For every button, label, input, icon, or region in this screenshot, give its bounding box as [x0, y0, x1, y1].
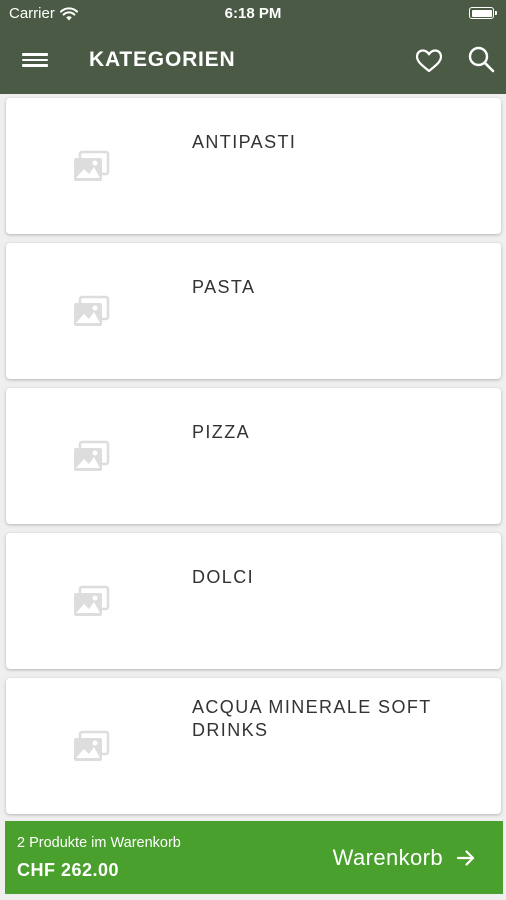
category-label: ANTIPASTI [192, 132, 297, 152]
arrow-right-icon [457, 850, 475, 866]
category-list: ANTIPASTI PASTA PIZZA DOLCI ACQUA MINERA… [6, 98, 501, 823]
category-card-dolci[interactable]: DOLCI [6, 533, 501, 669]
image-placeholder-icon [74, 440, 110, 471]
cart-count-text: 2 Produkte im Warenkorb [17, 835, 181, 851]
category-card-antipasti[interactable]: ANTIPASTI [6, 98, 501, 234]
category-card-acqua-minerale-soft-drinks[interactable]: ACQUA MINERALE SOFT DRINKS [6, 678, 501, 814]
battery-icon [469, 7, 497, 19]
app-bar: KATEGORIEN [0, 30, 506, 94]
cart-button-label: Warenkorb [332, 845, 443, 870]
heart-icon[interactable] [414, 46, 444, 76]
search-icon[interactable] [466, 44, 496, 74]
image-placeholder-icon [74, 585, 110, 616]
category-card-pizza[interactable]: PIZZA [6, 388, 501, 524]
top-bar: Carrier 6:18 PM KATEGORIEN [0, 0, 506, 94]
category-card-pasta[interactable]: PASTA [6, 243, 501, 379]
image-placeholder-icon [74, 730, 110, 761]
cart-bar[interactable]: 2 Produkte im Warenkorb CHF 262.00 Waren… [5, 821, 503, 894]
cart-button[interactable]: Warenkorb [333, 845, 475, 871]
image-placeholder-icon [74, 150, 110, 181]
image-placeholder-icon [74, 295, 110, 326]
status-bar: Carrier 6:18 PM [0, 0, 506, 30]
category-label: PASTA [192, 277, 256, 297]
menu-icon[interactable] [22, 50, 48, 72]
page-title: KATEGORIEN [89, 48, 236, 71]
category-label: ACQUA MINERALE SOFT DRINKS [192, 697, 432, 740]
cart-total: CHF 262.00 [17, 860, 120, 880]
category-label: DOLCI [192, 567, 255, 587]
category-label: PIZZA [192, 422, 251, 442]
status-time: 6:18 PM [224, 5, 282, 22]
